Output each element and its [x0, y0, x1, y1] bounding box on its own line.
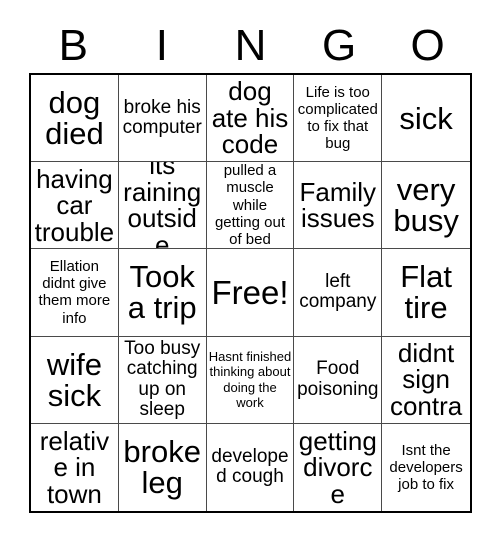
bingo-header-letter-o: O — [410, 20, 445, 70]
bingo-card: B I N G O dog died broke his computer do… — [0, 0, 500, 544]
bingo-cell-label: dog ate his code — [211, 76, 289, 160]
bingo-cell-label: Ellation didnt give them more info — [38, 257, 111, 327]
bingo-cell-label: getting divorce — [298, 425, 377, 509]
bingo-cell-label: Hasnt finished thinking about doing the … — [208, 349, 292, 411]
bingo-cell[interactable]: we didnt sign contract — [382, 336, 470, 424]
bingo-cell-label: Free! — [211, 273, 289, 311]
bingo-header-letter-n: N — [234, 20, 267, 70]
bingo-header-letter-b: B — [58, 20, 88, 70]
bingo-cell-label: Life is too complicated to fix that bug — [297, 83, 378, 153]
bingo-cell-label: its raining outside — [123, 162, 202, 250]
bingo-cell[interactable]: relative in town — [31, 423, 119, 511]
bingo-cell-label: dog died — [45, 85, 104, 152]
bingo-cell[interactable]: getting divorce — [294, 423, 383, 511]
bingo-cell[interactable]: Food poisoning — [294, 336, 383, 424]
bingo-cell-label: we didnt sign contract — [389, 337, 463, 423]
bingo-cell[interactable]: Isnt the developers job to fix — [382, 423, 470, 511]
bingo-grid: dog died broke his computer dog ate his … — [29, 73, 472, 513]
bingo-cell[interactable]: pulled a muscle while getting out of bed — [206, 162, 295, 250]
bingo-cell[interactable]: having car trouble — [31, 162, 119, 250]
bingo-cell[interactable]: Too busy catching up on sleep — [118, 336, 207, 424]
bingo-cell[interactable]: broke leg — [118, 423, 207, 511]
bingo-cell-label: developed cough — [211, 445, 289, 488]
bingo-cell[interactable]: very busy — [382, 162, 470, 250]
bingo-cell[interactable]: Ellation didnt give them more info — [31, 249, 119, 337]
bingo-cell-label: relative in town — [39, 425, 110, 509]
bingo-cell-label: Family issues — [299, 176, 377, 234]
bingo-cell-free[interactable]: Free! — [206, 249, 295, 337]
bingo-cell[interactable]: Took a trip — [118, 249, 207, 337]
bingo-header-row: B I N G O — [29, 18, 472, 73]
bingo-cell[interactable]: Flat tire — [382, 249, 470, 337]
bingo-cell-label: Too busy catching up on sleep — [124, 337, 201, 421]
bingo-cell-label: having car trouble — [34, 163, 115, 247]
bingo-cell[interactable]: dog ate his code — [206, 75, 295, 163]
bingo-cell[interactable]: left company — [294, 249, 383, 337]
bingo-cell-label: sick — [399, 100, 453, 136]
bingo-cell-label: broke his computer — [122, 96, 202, 139]
bingo-header-letter-i: I — [155, 20, 168, 70]
bingo-cell[interactable]: its raining outside — [118, 162, 207, 250]
bingo-header-letter-g: G — [321, 20, 357, 70]
bingo-cell[interactable]: Family issues — [294, 162, 383, 250]
bingo-cell-label: left company — [299, 270, 377, 313]
bingo-cell[interactable]: broke his computer — [118, 75, 207, 163]
bingo-cell[interactable]: sick — [382, 75, 470, 163]
bingo-cell-label: pulled a muscle while getting out of bed — [214, 162, 286, 249]
bingo-cell[interactable]: Hasnt finished thinking about doing the … — [206, 336, 295, 424]
bingo-cell[interactable]: wife sick — [31, 336, 119, 424]
bingo-cell-label: Flat tire — [400, 259, 452, 326]
bingo-cell-label: Food poisoning — [297, 358, 379, 400]
bingo-cell-label: broke leg — [123, 434, 201, 501]
bingo-cell-label: wife sick — [46, 346, 102, 413]
bingo-cell-label: Took a trip — [127, 259, 197, 326]
bingo-cell[interactable]: dog died — [31, 75, 119, 163]
bingo-cell[interactable]: developed cough — [206, 423, 295, 511]
bingo-cell[interactable]: Life is too complicated to fix that bug — [294, 75, 383, 163]
bingo-cell-label: Isnt the developers job to fix — [389, 441, 463, 494]
bingo-cell-label: very busy — [393, 172, 459, 239]
